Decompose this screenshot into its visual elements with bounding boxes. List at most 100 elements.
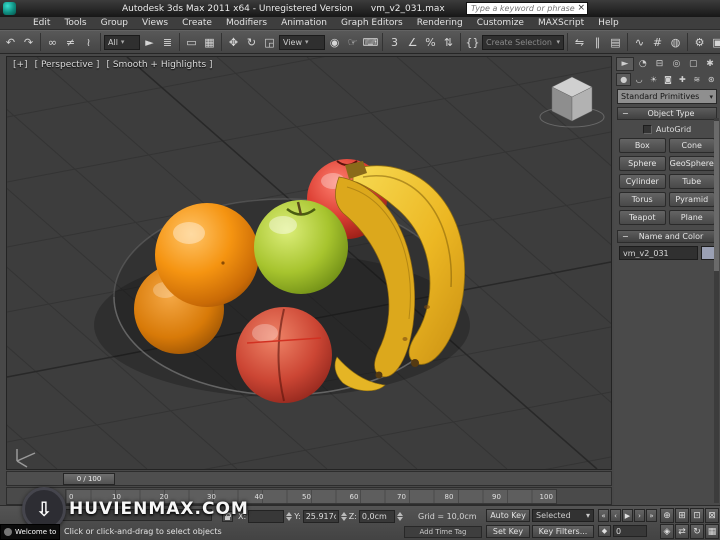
zoom-extents-icon[interactable]: ⊡ — [690, 508, 704, 523]
viewport-general-menu[interactable]: [+] — [13, 60, 28, 70]
pan-icon[interactable]: ⇄ — [675, 524, 689, 539]
select-by-name-icon[interactable]: ≣ — [159, 33, 176, 51]
teapot-button[interactable]: Teapot — [619, 210, 666, 225]
tab-motion-icon[interactable]: ◎ — [668, 57, 684, 71]
tab-utilities-icon[interactable]: ✱ — [702, 57, 718, 71]
named-selection-set-dropdown[interactable]: Create Selection Set ▾ — [482, 35, 564, 50]
object-color-swatch[interactable] — [701, 246, 715, 260]
sphere-button[interactable]: Sphere — [619, 156, 666, 171]
menu-modifiers[interactable]: Modifiers — [219, 18, 274, 28]
z-coordinate-input[interactable] — [359, 510, 395, 523]
welcome-screen-button[interactable]: Welcome to M — [0, 524, 60, 540]
tab-display-icon[interactable]: ▢ — [685, 57, 701, 71]
current-frame-input[interactable] — [613, 525, 647, 537]
select-rotate-icon[interactable]: ↻ — [243, 33, 260, 51]
cylinder-button[interactable]: Cylinder — [619, 174, 666, 189]
schematic-view-icon[interactable]: # — [649, 33, 666, 51]
plane-button[interactable]: Plane — [669, 210, 716, 225]
category-cameras-icon[interactable]: ◙ — [661, 73, 674, 86]
maximize-viewport-icon[interactable]: ▦ — [705, 524, 719, 539]
mirror-icon[interactable]: ⇋ — [571, 33, 588, 51]
spinner-snap-icon[interactable]: ⇅ — [440, 33, 457, 51]
y-coordinate-input[interactable] — [303, 510, 339, 523]
viewport-shading-menu[interactable]: [ Smooth + Highlights ] — [106, 60, 212, 70]
tab-create-icon[interactable]: ► — [616, 57, 634, 71]
category-systems-icon[interactable]: ⊛ — [705, 73, 718, 86]
next-frame-button[interactable]: › — [634, 509, 645, 522]
menu-animation[interactable]: Animation — [274, 18, 334, 28]
category-shapes-icon[interactable]: ◡ — [632, 73, 645, 86]
orange-front[interactable] — [155, 203, 259, 307]
go-to-end-button[interactable]: » — [646, 509, 657, 522]
render-frame-icon[interactable]: ▣ — [709, 33, 720, 51]
viewport-pov-menu[interactable]: [ Perspective ] — [35, 60, 100, 70]
panel-scrollbar[interactable] — [714, 118, 719, 503]
keyboard-override-icon[interactable]: ⌨ — [362, 33, 379, 51]
menu-views[interactable]: Views — [135, 18, 175, 28]
menu-maxscript[interactable]: MAXScript — [531, 18, 591, 28]
x-spinner[interactable] — [286, 512, 292, 521]
category-helpers-icon[interactable]: ✚ — [676, 73, 689, 86]
reference-coordinate-dropdown[interactable]: View ▾ — [279, 35, 325, 50]
perspective-viewport[interactable]: [+] [ Perspective ] [ Smooth + Highlight… — [6, 56, 612, 470]
render-setup-icon[interactable]: ⚙ — [691, 33, 708, 51]
menu-customize[interactable]: Customize — [470, 18, 531, 28]
select-manipulate-icon[interactable]: ☞ — [344, 33, 361, 51]
select-move-icon[interactable]: ✥ — [225, 33, 242, 51]
selection-filter-dropdown[interactable]: All ▾ — [104, 35, 140, 50]
play-button[interactable]: ▶ — [622, 509, 633, 522]
edit-selection-sets-icon[interactable]: {} — [464, 33, 481, 51]
angle-snap-icon[interactable]: ∠ — [404, 33, 421, 51]
infocenter-search[interactable]: × — [466, 2, 588, 15]
bind-spacewarp-icon[interactable]: ≀ — [80, 33, 97, 51]
search-clear-icon[interactable]: × — [577, 4, 585, 13]
select-scale-icon[interactable]: ◲ — [261, 33, 278, 51]
select-object-icon[interactable]: ► — [141, 33, 158, 51]
box-button[interactable]: Box — [619, 138, 666, 153]
peach[interactable] — [236, 307, 332, 403]
green-apple[interactable] — [254, 200, 348, 294]
set-key-button[interactable]: Set Key — [486, 525, 530, 538]
auto-key-button[interactable]: Auto Key — [486, 509, 530, 522]
cone-button[interactable]: Cone — [669, 138, 716, 153]
object-type-rollout-header[interactable]: − Object Type — [617, 107, 717, 120]
category-lights-icon[interactable]: ☀ — [647, 73, 660, 86]
viewcube[interactable] — [540, 77, 604, 127]
material-editor-icon[interactable]: ◍ — [667, 33, 684, 51]
z-spinner[interactable] — [397, 512, 403, 521]
menu-edit[interactable]: Edit — [26, 18, 57, 28]
pivot-center-icon[interactable]: ◉ — [326, 33, 343, 51]
tab-hierarchy-icon[interactable]: ⊟ — [652, 57, 668, 71]
curve-editor-icon[interactable]: ∿ — [631, 33, 648, 51]
snaps-toggle-icon[interactable]: 3 — [386, 33, 403, 51]
viewport-canvas[interactable] — [7, 57, 611, 469]
zoom-region-icon[interactable]: ◈ — [660, 524, 674, 539]
zoom-icon[interactable]: ⊕ — [660, 508, 674, 523]
menu-rendering[interactable]: Rendering — [410, 18, 470, 28]
geosphere-button[interactable]: GeoSphere — [669, 156, 716, 171]
align-icon[interactable]: ∥ — [589, 33, 606, 51]
zoom-extents-all-icon[interactable]: ⊠ — [705, 508, 719, 523]
key-filters-button[interactable]: Key Filters... — [532, 525, 594, 538]
torus-button[interactable]: Torus — [619, 192, 666, 207]
geometry-category-dropdown[interactable]: Standard Primitives ▾ — [617, 89, 717, 104]
menu-create[interactable]: Create — [175, 18, 219, 28]
x-coordinate-input[interactable] — [248, 510, 284, 523]
time-slider[interactable]: 0 / 100 — [6, 471, 612, 486]
time-slider-handle[interactable]: 0 / 100 — [63, 473, 115, 485]
3ds-max-logo-icon[interactable] — [3, 2, 16, 15]
percent-snap-icon[interactable]: % — [422, 33, 439, 51]
menu-help[interactable]: Help — [591, 18, 626, 28]
pyramid-button[interactable]: Pyramid — [669, 192, 716, 207]
selection-region-icon[interactable]: ▭ — [183, 33, 200, 51]
search-input[interactable] — [469, 3, 577, 14]
tab-modify-icon[interactable]: ◔ — [635, 57, 651, 71]
key-set-dropdown[interactable]: Selected ▾ — [532, 509, 594, 522]
zoom-all-icon[interactable]: ⊞ — [675, 508, 689, 523]
menu-group[interactable]: Group — [94, 18, 135, 28]
go-to-start-button[interactable]: « — [598, 509, 609, 522]
orbit-icon[interactable]: ↻ — [690, 524, 704, 539]
object-name-input[interactable] — [619, 246, 698, 260]
category-geometry-icon[interactable]: ● — [616, 73, 631, 86]
select-link-icon[interactable]: ∞ — [44, 33, 61, 51]
